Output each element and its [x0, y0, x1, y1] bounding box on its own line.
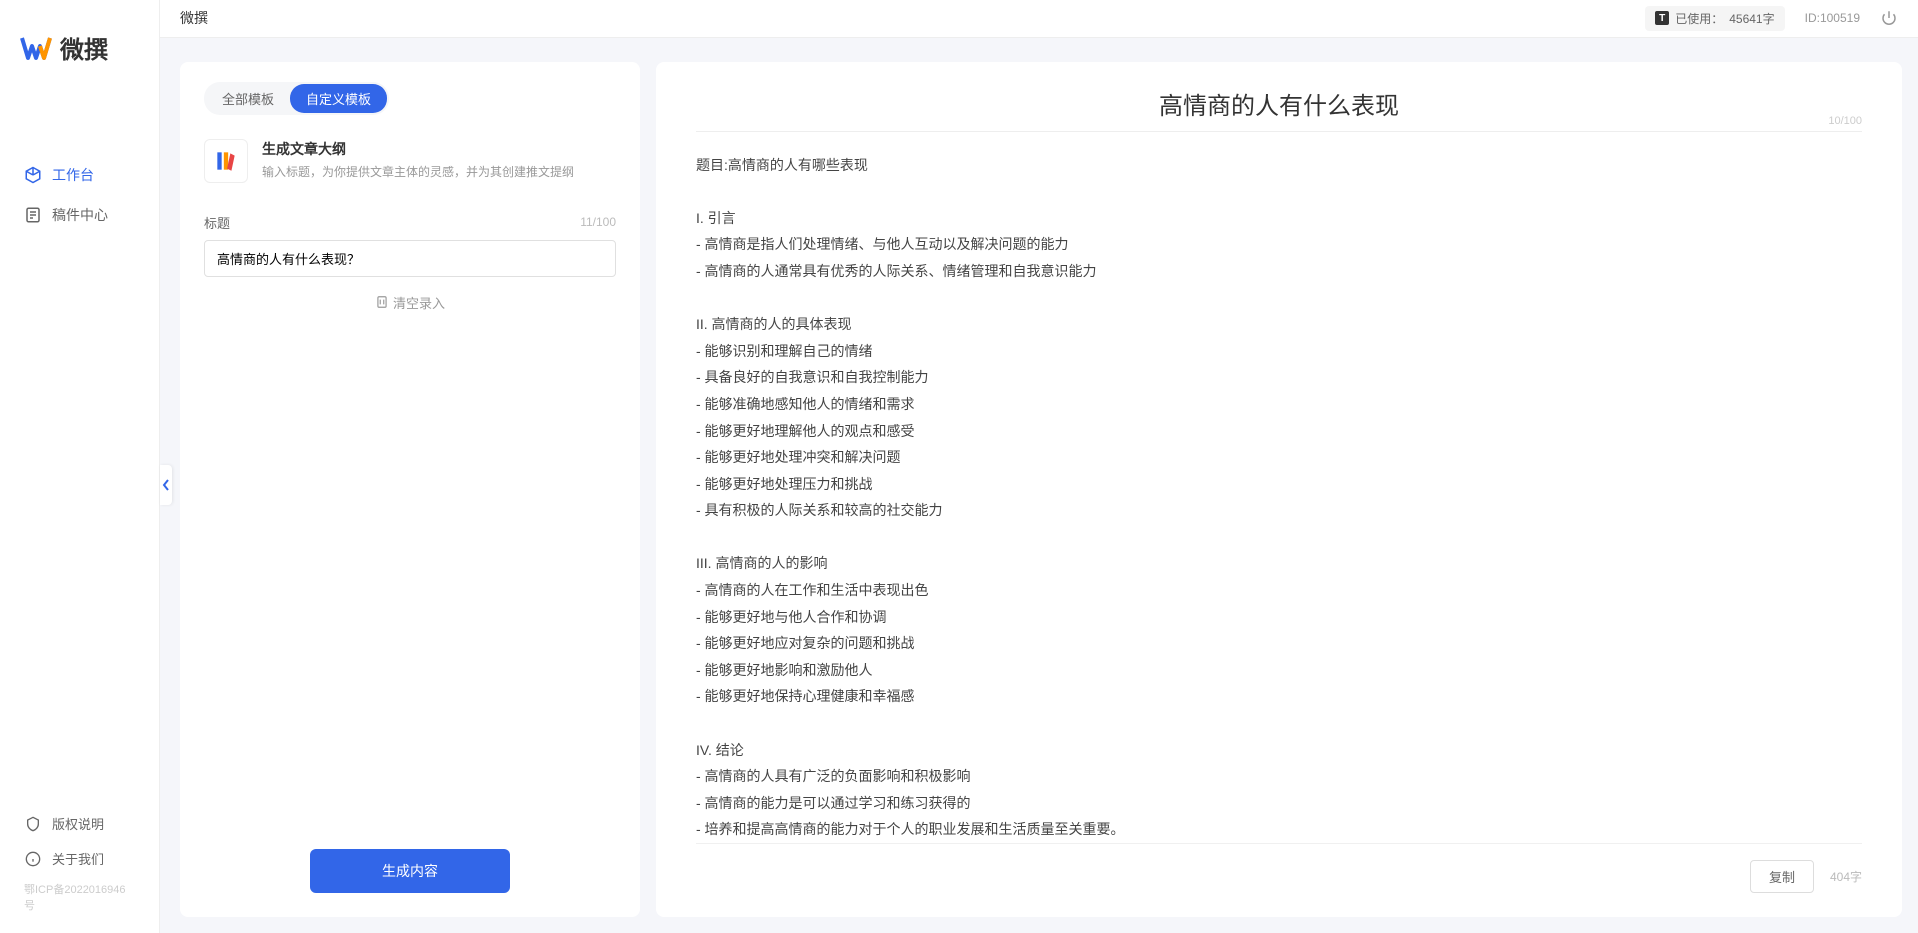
topbar-right: T 已使用： 45641字 ID:100519: [1645, 6, 1898, 31]
output-title-count: 10/100: [1828, 115, 1862, 127]
usage-value: 45641字: [1729, 10, 1774, 27]
form-section: 标题 11/100 清空录入: [204, 213, 616, 312]
copy-button[interactable]: 复制: [1750, 860, 1814, 893]
cube-icon: [24, 166, 42, 184]
usage-badge: T 已使用： 45641字: [1645, 6, 1784, 31]
collapse-toggle[interactable]: [160, 465, 172, 505]
generate-button[interactable]: 生成内容: [310, 849, 510, 893]
template-desc: 输入标题，为你提供文章主体的灵感，并为其创建推文提纲: [262, 163, 616, 181]
clear-label: 清空录入: [393, 293, 445, 312]
logo-icon: [20, 32, 52, 64]
main-nav: 工作台 稿件中心: [0, 85, 159, 806]
document-icon: [24, 206, 42, 224]
books-icon: [204, 139, 248, 183]
logo-text: 微撰: [60, 30, 108, 65]
info-icon: [24, 850, 42, 868]
nav-workbench[interactable]: 工作台: [0, 155, 159, 195]
power-icon[interactable]: [1880, 9, 1898, 27]
clear-button[interactable]: 清空录入: [204, 293, 616, 312]
clear-icon: [375, 295, 389, 309]
output-footer: 复制 404字: [696, 843, 1862, 893]
template-title: 生成文章大纲: [262, 139, 616, 159]
user-id: ID:100519: [1805, 11, 1860, 25]
topbar: 微撰 T 已使用： 45641字 ID:100519: [160, 0, 1918, 38]
output-header: 高情商的人有什么表现 10/100: [696, 86, 1862, 132]
shield-icon: [24, 815, 42, 833]
word-count: 404字: [1830, 868, 1862, 885]
content: 全部模板 自定义模板 生成文章大纲 输入标题，为你提供文章主体的灵感，并为其创建…: [160, 38, 1918, 933]
nav-about[interactable]: 关于我们: [0, 841, 159, 876]
tab-all-templates[interactable]: 全部模板: [206, 84, 290, 113]
right-panel: 高情商的人有什么表现 10/100 题目:高情商的人有哪些表现 I. 引言 - …: [656, 62, 1902, 917]
tab-custom-templates[interactable]: 自定义模板: [290, 84, 387, 113]
nav-label: 工作台: [52, 165, 94, 185]
sidebar: 微撰 工作台 稿件中心 版权说明: [0, 0, 160, 933]
spacer: [204, 312, 616, 849]
icp-text: 鄂ICP备2022016946号: [0, 876, 159, 923]
chevron-left-icon: [162, 479, 170, 491]
bottom-nav: 版权说明 关于我们 鄂ICP备2022016946号: [0, 806, 159, 933]
nav-copyright[interactable]: 版权说明: [0, 806, 159, 841]
page-title: 微撰: [180, 8, 208, 28]
char-count: 11/100: [580, 215, 616, 229]
output-body[interactable]: 题目:高情商的人有哪些表现 I. 引言 - 高情商是指人们处理情绪、与他人互动以…: [696, 152, 1862, 843]
nav-drafts[interactable]: 稿件中心: [0, 195, 159, 235]
label-row: 标题 11/100: [204, 213, 616, 232]
nav-label: 关于我们: [52, 849, 104, 868]
output-title: 高情商的人有什么表现: [696, 86, 1862, 121]
nav-label: 稿件中心: [52, 205, 108, 225]
logo: 微撰: [0, 0, 159, 85]
app-root: 微撰 工作台 稿件中心 版权说明: [0, 0, 1918, 933]
template-card: 生成文章大纲 输入标题，为你提供文章主体的灵感，并为其创建推文提纲: [204, 139, 616, 183]
template-info: 生成文章大纲 输入标题，为你提供文章主体的灵感，并为其创建推文提纲: [262, 139, 616, 181]
main-area: 微撰 T 已使用： 45641字 ID:100519 全部模板: [160, 0, 1918, 933]
usage-label: 已使用：: [1675, 10, 1723, 27]
left-panel: 全部模板 自定义模板 生成文章大纲 输入标题，为你提供文章主体的灵感，并为其创建…: [180, 62, 640, 917]
text-icon: T: [1655, 11, 1669, 25]
title-input[interactable]: [204, 240, 616, 277]
title-label: 标题: [204, 213, 230, 232]
nav-label: 版权说明: [52, 814, 104, 833]
template-tabs: 全部模板 自定义模板: [204, 82, 389, 115]
